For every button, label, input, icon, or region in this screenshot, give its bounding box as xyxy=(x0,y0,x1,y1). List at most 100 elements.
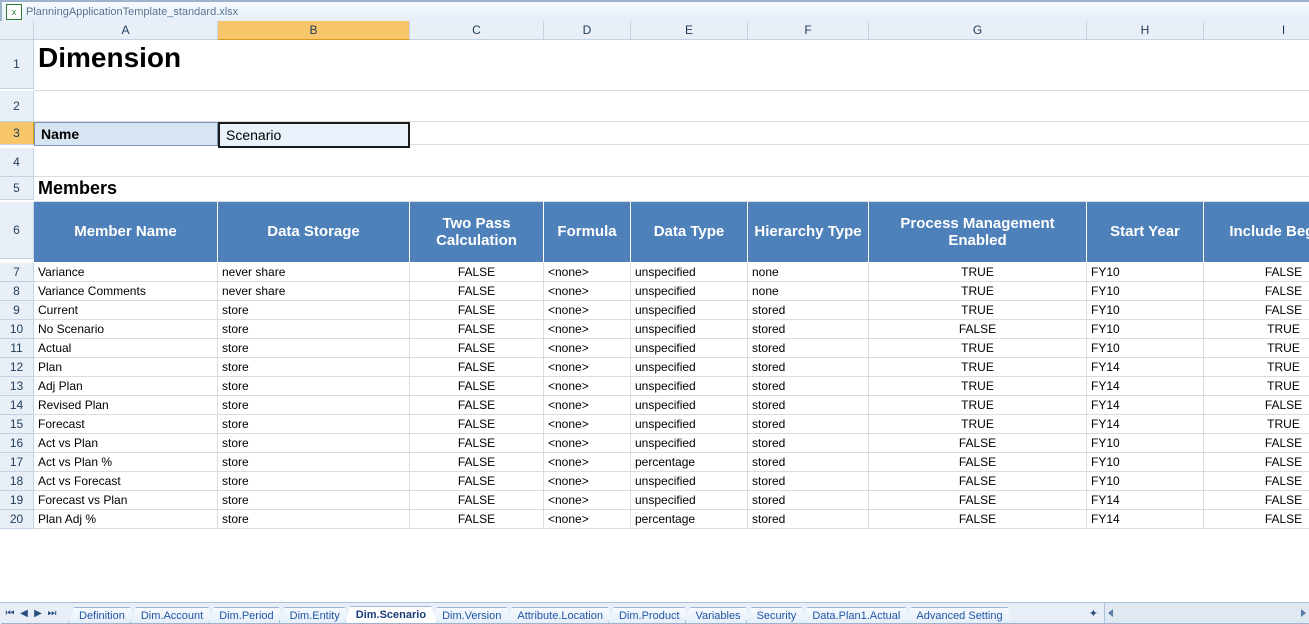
select-all-corner[interactable] xyxy=(0,21,34,40)
cell[interactable]: <none> xyxy=(544,320,631,339)
cell[interactable]: FALSE xyxy=(1204,491,1309,510)
cell[interactable]: FALSE xyxy=(410,263,544,282)
cell[interactable]: TRUE xyxy=(869,301,1087,320)
table-column-header[interactable]: Member Name xyxy=(34,202,218,263)
cell[interactable]: TRUE xyxy=(1204,415,1309,434)
cell[interactable]: store xyxy=(218,491,410,510)
cell[interactable]: FALSE xyxy=(410,377,544,396)
row-header[interactable]: 13 xyxy=(0,377,34,396)
cell[interactable]: FY10 xyxy=(1087,301,1204,320)
column-header[interactable]: G xyxy=(869,21,1087,40)
cell[interactable]: <none> xyxy=(544,453,631,472)
cell[interactable]: store xyxy=(218,510,410,529)
cell[interactable]: Plan xyxy=(34,358,218,377)
cell[interactable]: FY14 xyxy=(1087,510,1204,529)
column-header[interactable]: I xyxy=(1204,21,1309,40)
cell[interactable]: TRUE xyxy=(1204,339,1309,358)
cell[interactable]: FALSE xyxy=(1204,282,1309,301)
row-header[interactable]: 2 xyxy=(0,91,34,122)
row-header[interactable]: 17 xyxy=(0,453,34,472)
column-header[interactable]: C xyxy=(410,21,544,40)
cell[interactable]: unspecified xyxy=(631,396,748,415)
row-header[interactable]: 1 xyxy=(0,40,34,89)
cell[interactable]: Act vs Forecast xyxy=(34,472,218,491)
cell[interactable]: Variance xyxy=(34,263,218,282)
cell[interactable]: FALSE xyxy=(1204,434,1309,453)
cell[interactable]: TRUE xyxy=(869,377,1087,396)
sheet-tab[interactable]: Advanced Setting xyxy=(905,607,1013,623)
cell[interactable]: stored xyxy=(748,434,869,453)
cell[interactable]: none xyxy=(748,263,869,282)
cell[interactable]: FY14 xyxy=(1087,377,1204,396)
cell[interactable]: store xyxy=(218,301,410,320)
tab-nav-first-icon[interactable]: ⏮ xyxy=(4,607,16,619)
cell[interactable]: store xyxy=(218,472,410,491)
cell[interactable]: FY10 xyxy=(1087,320,1204,339)
cell[interactable]: FALSE xyxy=(410,434,544,453)
row-header[interactable]: 8 xyxy=(0,282,34,301)
column-header[interactable]: E xyxy=(631,21,748,40)
cell[interactable]: FALSE xyxy=(410,282,544,301)
cell[interactable]: Revised Plan xyxy=(34,396,218,415)
column-header[interactable]: H xyxy=(1087,21,1204,40)
cell[interactable]: Act vs Plan xyxy=(34,434,218,453)
column-header[interactable]: B xyxy=(218,21,410,40)
cell[interactable]: unspecified xyxy=(631,491,748,510)
row-header[interactable]: 15 xyxy=(0,415,34,434)
cell[interactable]: Forecast vs Plan xyxy=(34,491,218,510)
cell[interactable]: FY14 xyxy=(1087,358,1204,377)
cell[interactable]: unspecified xyxy=(631,301,748,320)
table-column-header[interactable]: Formula xyxy=(544,202,631,263)
cell[interactable]: FY10 xyxy=(1087,472,1204,491)
cell[interactable]: unspecified xyxy=(631,472,748,491)
cell[interactable]: Adj Plan xyxy=(34,377,218,396)
tab-nav-last-icon[interactable]: ⏭ xyxy=(46,607,58,619)
table-column-header[interactable]: Process Management Enabled xyxy=(869,202,1087,263)
cell[interactable]: percentage xyxy=(631,453,748,472)
cell[interactable]: unspecified xyxy=(631,377,748,396)
cell[interactable]: FY10 xyxy=(1087,339,1204,358)
cell[interactable]: TRUE xyxy=(869,282,1087,301)
cell[interactable]: <none> xyxy=(544,472,631,491)
cell[interactable]: FY10 xyxy=(1087,453,1204,472)
sheet-tab[interactable]: Dim.Account xyxy=(130,607,214,623)
cell[interactable]: TRUE xyxy=(1204,358,1309,377)
cell[interactable]: TRUE xyxy=(869,263,1087,282)
cell[interactable]: TRUE xyxy=(1204,320,1309,339)
column-header[interactable]: D xyxy=(544,21,631,40)
cell[interactable]: TRUE xyxy=(869,396,1087,415)
cell[interactable]: stored xyxy=(748,491,869,510)
cell[interactable]: unspecified xyxy=(631,282,748,301)
sheet-tab[interactable]: Dim.Period xyxy=(208,607,284,623)
cell[interactable]: stored xyxy=(748,301,869,320)
cell[interactable]: store xyxy=(218,320,410,339)
cell[interactable]: store xyxy=(218,415,410,434)
cell[interactable]: <none> xyxy=(544,377,631,396)
sheet-tab[interactable]: Variables xyxy=(685,607,752,623)
cell[interactable]: never share xyxy=(218,263,410,282)
cell[interactable]: FALSE xyxy=(410,339,544,358)
row-header[interactable]: 5 xyxy=(0,177,34,200)
sheet-tab[interactable]: Dim.Product xyxy=(608,607,691,623)
cell[interactable]: store xyxy=(218,339,410,358)
cell[interactable]: stored xyxy=(748,396,869,415)
cell[interactable]: FALSE xyxy=(410,415,544,434)
cell[interactable]: Variance Comments xyxy=(34,282,218,301)
sheet-tab[interactable]: Dim.Version xyxy=(431,607,512,623)
row-header[interactable]: 3 xyxy=(0,122,34,145)
row-header[interactable]: 7 xyxy=(0,263,34,282)
cell[interactable]: TRUE xyxy=(1204,377,1309,396)
cell[interactable]: FALSE xyxy=(410,358,544,377)
cell[interactable]: FALSE xyxy=(1204,301,1309,320)
row-header[interactable]: 12 xyxy=(0,358,34,377)
sheet-tab[interactable]: Attribute.Location xyxy=(506,607,614,623)
cell[interactable]: TRUE xyxy=(869,339,1087,358)
cell[interactable]: unspecified xyxy=(631,320,748,339)
cell[interactable]: FY10 xyxy=(1087,434,1204,453)
cell[interactable]: FY14 xyxy=(1087,491,1204,510)
table-column-header[interactable]: Include BegBal xyxy=(1204,202,1309,263)
row-header[interactable]: 10 xyxy=(0,320,34,339)
row-header[interactable]: 16 xyxy=(0,434,34,453)
cell[interactable]: <none> xyxy=(544,282,631,301)
table-column-header[interactable]: Start Year xyxy=(1087,202,1204,263)
